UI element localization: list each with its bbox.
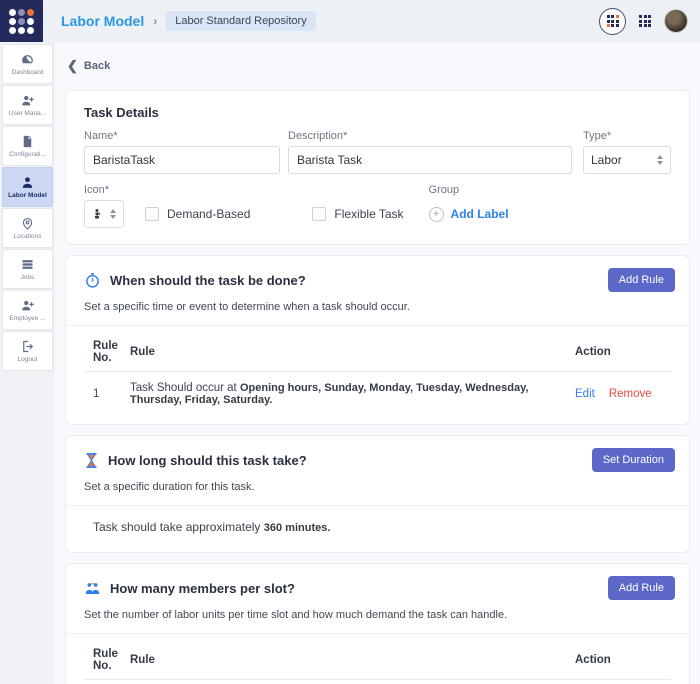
set-duration-button[interactable]: Set Duration <box>592 448 675 472</box>
chevron-left-icon: ❮ <box>67 58 78 74</box>
apps-grid-icon[interactable] <box>639 15 651 27</box>
members-rules-table: Rule No. Rule Action 1 Task Requires 2 e… <box>84 640 671 684</box>
group-label: Group <box>429 184 509 196</box>
timer-icon <box>84 272 101 289</box>
when-section-card: When should the task be done? Add Rule S… <box>65 255 690 425</box>
description-input[interactable] <box>288 146 572 174</box>
user-plus-icon <box>20 93 35 108</box>
sidebar-item-logout[interactable]: Logout <box>2 331 53 371</box>
hourglass-icon <box>84 452 99 469</box>
when-add-rule-button[interactable]: Add Rule <box>608 268 675 292</box>
user-plus-icon <box>20 298 35 313</box>
logout-icon <box>20 339 35 354</box>
col-header-rule-no: Rule No. <box>84 640 130 680</box>
breadcrumb-root-link[interactable]: Labor Model <box>61 13 144 29</box>
sidebar-item-label: Dashboard <box>12 69 44 76</box>
icon-label: Icon* <box>84 184 124 196</box>
task-details-title: Task Details <box>84 105 671 120</box>
rule-no-cell: 1 <box>84 372 130 413</box>
action-cell: Edit Remove <box>575 372 671 413</box>
logo-dots-icon <box>9 9 34 34</box>
demand-based-checkbox[interactable]: Demand-Based <box>145 207 250 221</box>
members-section-subtitle: Set the number of labor units per time s… <box>66 600 689 633</box>
document-icon <box>20 134 35 149</box>
remove-link[interactable]: Remove <box>609 388 652 400</box>
rule-text-cell: Task Requires 2 employees. <box>130 680 575 684</box>
table-row: 1 Task Should occur at Opening hours, Su… <box>84 372 671 413</box>
duration-result-text: Task should take approximately 360 minut… <box>84 512 671 540</box>
add-label-button[interactable]: + Add Label <box>429 200 509 228</box>
sidebar-item-label: Jobs <box>21 274 35 281</box>
sidebar-item-label: Locations <box>14 233 42 240</box>
app-switcher-button[interactable] <box>599 8 626 35</box>
barista-glyph-icon <box>90 207 104 221</box>
apps-dots-icon <box>607 15 619 27</box>
sidebar-item-label: User Mana... <box>9 110 46 117</box>
sidebar-item-labor-model[interactable]: Labor Model <box>2 167 53 207</box>
add-label-text: Add Label <box>451 207 509 221</box>
table-row: 1 Task Requires 2 employees. EditRemove <box>84 680 671 684</box>
col-header-rule: Rule <box>130 640 575 680</box>
icon-select[interactable] <box>84 200 124 228</box>
sidebar-nav: Dashboard User Mana... Configurati... La… <box>0 42 55 684</box>
sidebar-item-jobs[interactable]: Jobs <box>2 249 53 289</box>
sidebar-item-label: Employee ... <box>9 315 45 322</box>
when-section-title: When should the task be done? <box>110 273 306 288</box>
back-label: Back <box>84 60 110 72</box>
name-label: Name* <box>84 130 280 142</box>
demand-based-label: Demand-Based <box>167 207 250 221</box>
chevron-right-icon: › <box>153 14 157 28</box>
members-section-card: How many members per slot? Add Rule Set … <box>65 563 690 684</box>
description-label: Description* <box>288 130 572 142</box>
type-label: Type* <box>583 130 671 142</box>
type-select[interactable]: Labor <box>583 146 671 174</box>
sidebar-item-locations[interactable]: Locations <box>2 208 53 248</box>
flexible-task-label: Flexible Task <box>334 207 403 221</box>
members-add-rule-button[interactable]: Add Rule <box>608 576 675 600</box>
sidebar-item-configuration[interactable]: Configurati... <box>2 126 53 166</box>
members-section-title: How many members per slot? <box>110 581 295 596</box>
sidebar-item-employee[interactable]: Employee ... <box>2 290 53 330</box>
col-header-action: Action <box>575 640 671 680</box>
sidebar-item-user-management[interactable]: User Mana... <box>2 85 53 125</box>
main-content: ❮ Back Task Details Name* Description* T… <box>55 42 700 684</box>
stepper-icon <box>657 155 663 165</box>
sidebar-item-dashboard[interactable]: Dashboard <box>2 44 53 84</box>
when-rules-table: Rule No. Rule Action 1 Task Should occur… <box>84 332 671 412</box>
person-icon <box>20 175 35 190</box>
rule-no-cell: 1 <box>84 680 130 684</box>
flexible-task-checkbox[interactable]: Flexible Task <box>312 207 403 221</box>
top-header: Labor Model › Labor Standard Repository <box>0 0 700 42</box>
stepper-icon <box>110 209 116 219</box>
action-cell: EditRemove <box>575 680 671 684</box>
edit-link[interactable]: Edit <box>575 388 595 400</box>
col-header-action: Action <box>575 332 671 372</box>
when-section-subtitle: Set a specific time or event to determin… <box>66 292 689 325</box>
sidebar-item-label: Logout <box>18 356 38 363</box>
user-avatar[interactable] <box>664 9 688 33</box>
duration-section-title: How long should this task take? <box>108 453 307 468</box>
sidebar-item-label: Configurati... <box>9 151 46 158</box>
rule-text-cell: Task Should occur at Opening hours, Sund… <box>130 372 575 413</box>
back-link[interactable]: ❮ Back <box>67 58 690 74</box>
plus-circle-icon: + <box>429 207 444 222</box>
col-header-rule: Rule <box>130 332 575 372</box>
breadcrumb-current-badge: Labor Standard Repository <box>166 11 315 31</box>
duration-section-subtitle: Set a specific duration for this task. <box>66 472 689 505</box>
breadcrumb: Labor Model › Labor Standard Repository <box>61 11 316 31</box>
name-input[interactable] <box>84 146 280 174</box>
members-icon <box>84 580 101 597</box>
task-details-card: Task Details Name* Description* Type* La… <box>65 90 690 245</box>
type-selected-value: Labor <box>591 153 657 167</box>
list-icon <box>20 257 35 272</box>
sidebar-item-label: Labor Model <box>8 192 47 199</box>
checkbox-box <box>145 207 159 221</box>
gauge-icon <box>20 52 35 67</box>
duration-section-card: How long should this task take? Set Dura… <box>65 435 690 553</box>
map-pin-icon <box>20 216 35 231</box>
checkbox-box <box>312 207 326 221</box>
col-header-rule-no: Rule No. <box>84 332 130 372</box>
app-logo[interactable] <box>0 0 43 42</box>
